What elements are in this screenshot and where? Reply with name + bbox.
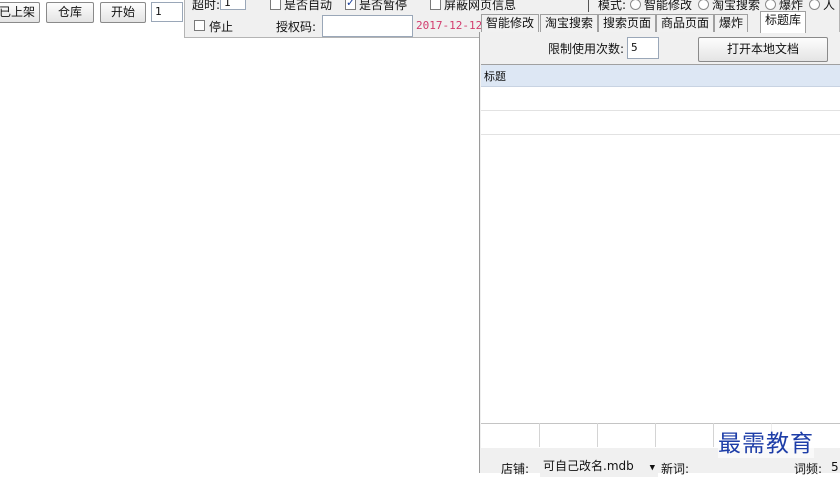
freq-value: 5 <box>831 460 839 474</box>
chevron-down-icon[interactable]: ▼ <box>650 459 655 477</box>
freq-label: 词频: <box>794 462 823 476</box>
column-header-label: 标题 <box>484 70 506 83</box>
warehouse-button[interactable]: 仓库 <box>46 2 94 23</box>
grid-cell-divider <box>597 423 598 447</box>
grid-cell-divider <box>655 423 656 447</box>
limit-label: 限制使用次数: <box>548 42 625 56</box>
mode-option-smart: 智能修改 <box>644 0 693 12</box>
table-row[interactable] <box>481 87 840 111</box>
auto-label: 是否自动 <box>284 0 333 12</box>
mode-option-manual: 人 <box>823 0 836 12</box>
shop-select[interactable]: 可自己改名.mdb ▼ <box>540 457 658 477</box>
stop-checkbox[interactable] <box>194 20 205 31</box>
tab-product-page[interactable]: 商品页面 <box>656 14 715 32</box>
count-input[interactable]: 1 <box>151 2 183 22</box>
mode-label: 模式: <box>598 0 627 12</box>
newword-label: 新词: <box>661 462 690 476</box>
mode-divider <box>588 0 589 12</box>
grid-cell-divider <box>539 423 540 447</box>
block-checkbox[interactable] <box>430 0 441 10</box>
delay-input[interactable]: 1 <box>220 0 246 10</box>
table-row[interactable] <box>481 111 840 135</box>
mode-option-taobao: 淘宝搜索 <box>712 0 761 12</box>
tab-title-library[interactable]: 标题库 <box>760 11 807 33</box>
date-text: 2017-12-12 <box>416 19 483 32</box>
pause-label: 是否暂停 <box>359 0 408 12</box>
block-label: 屏蔽网页信息 <box>444 0 517 12</box>
shop-select-value: 可自己改名.mdb <box>543 459 634 473</box>
limit-input[interactable]: 5 <box>627 37 659 59</box>
auth-label: 授权码: <box>276 20 317 34</box>
shop-label: 店铺: <box>501 462 530 476</box>
delay-label: 超时: <box>192 0 221 12</box>
open-local-doc-button[interactable]: 打开本地文档 <box>698 37 828 62</box>
pause-checkbox[interactable] <box>345 0 356 10</box>
listed-button[interactable]: 已上架 <box>0 2 40 23</box>
stop-label: 停止 <box>209 20 234 34</box>
start-button[interactable]: 开始 <box>100 2 146 23</box>
auth-input[interactable] <box>322 15 413 37</box>
watermark-text: 最需教育 <box>718 424 814 458</box>
tab-taobao-search[interactable]: 淘宝搜索 <box>540 14 599 32</box>
auto-checkbox[interactable] <box>270 0 281 10</box>
column-header-title[interactable]: 标题 <box>481 65 840 87</box>
tab-search-page[interactable]: 搜索页面 <box>598 14 657 32</box>
grid-cell-divider <box>713 423 714 447</box>
tab-explode[interactable]: 爆炸 <box>714 14 749 32</box>
tab-smart-modify[interactable]: 智能修改 <box>481 14 540 32</box>
